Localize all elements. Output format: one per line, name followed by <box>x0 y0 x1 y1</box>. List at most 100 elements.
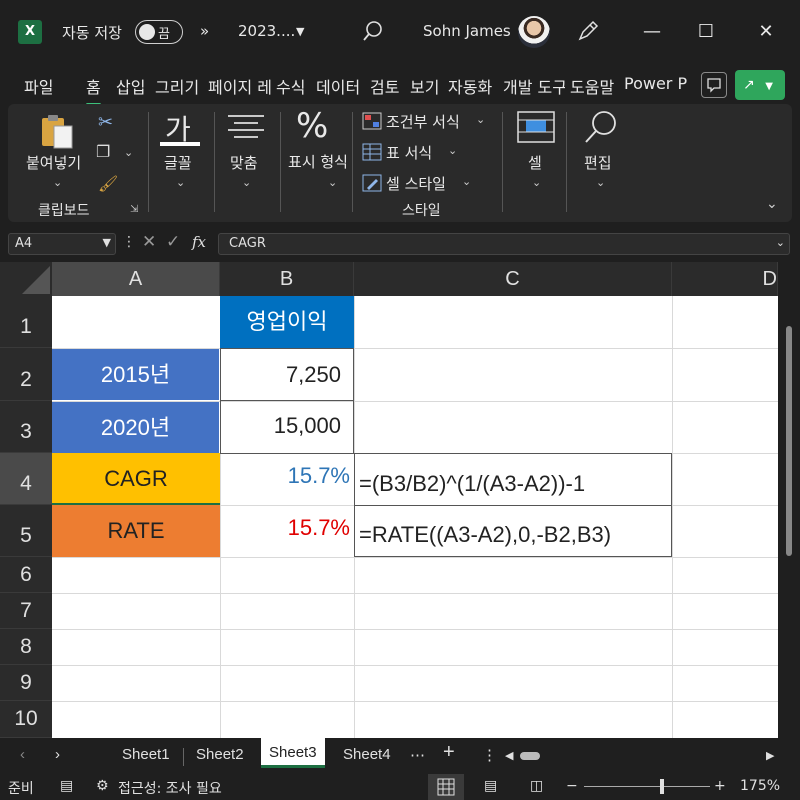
hscroll-right-icon[interactable]: ▶ <box>766 749 774 762</box>
alignment-group-label[interactable]: 맞춤 <box>230 152 258 173</box>
number-format-chevron-icon[interactable]: ⌄ <box>328 176 337 189</box>
share-button[interactable]: ↗ ▼ <box>735 70 785 100</box>
macro-record-icon[interactable]: ▤ <box>60 778 73 794</box>
select-all-button[interactable] <box>0 262 52 296</box>
column-header-c[interactable]: C <box>354 262 672 296</box>
tab-formulas[interactable]: 수식 <box>276 74 305 98</box>
name-box[interactable]: A4 ▼ <box>8 233 116 255</box>
accessibility-status[interactable]: 접근성: 조사 필요 <box>118 778 222 798</box>
sheet-tab-4[interactable]: Sheet4 <box>343 746 391 763</box>
ribbon-collapse-chevron-icon[interactable]: ⌄ <box>766 196 778 212</box>
paste-label[interactable]: 붙여넣기 <box>26 152 81 173</box>
table-format-icon[interactable] <box>362 143 382 165</box>
tab-data[interactable]: 데이터 <box>316 74 360 98</box>
file-name-chevron-icon[interactable]: ▼ <box>296 25 304 38</box>
tab-automate[interactable]: 자동화 <box>448 74 492 98</box>
cut-icon[interactable]: ✂ <box>98 112 113 133</box>
more-commands-button[interactable]: » <box>200 22 209 40</box>
row-header-2[interactable]: 2 <box>0 348 52 401</box>
cells-icon[interactable] <box>516 110 556 148</box>
editing-search-icon[interactable] <box>580 108 620 152</box>
cell-style-icon[interactable] <box>362 174 382 196</box>
column-header-a[interactable]: A <box>52 262 220 296</box>
tab-insert[interactable]: 삽입 <box>116 74 145 98</box>
copy-icon[interactable]: ❐ <box>96 142 110 161</box>
cell-style-chevron-icon[interactable]: ⌄ <box>462 175 471 188</box>
align-icon[interactable] <box>226 112 266 146</box>
vertical-scrollbar[interactable] <box>778 296 800 738</box>
conditional-format-button[interactable]: 조건부 서식 <box>386 111 460 132</box>
editing-group-label[interactable]: 편집 <box>584 152 612 173</box>
cells-group-label[interactable]: 셀 <box>528 152 542 173</box>
accessibility-icon[interactable]: ⚙ <box>96 778 109 794</box>
cell-style-button[interactable]: 셀 스타일 <box>386 173 446 194</box>
normal-view-button[interactable] <box>428 774 464 800</box>
cell-a4[interactable]: CAGR <box>52 453 220 505</box>
formula-input[interactable]: CAGR ⌄ <box>218 233 790 255</box>
cell-b4[interactable]: 15.7% <box>220 453 354 505</box>
cell-a5[interactable]: RATE <box>52 505 220 557</box>
row-header-8[interactable]: 8 <box>0 629 52 665</box>
horizontal-scrollbar-thumb[interactable] <box>520 752 540 760</box>
tab-home[interactable]: 홈 <box>86 74 101 106</box>
maximize-button[interactable]: ☐ <box>692 18 720 46</box>
scrollbar-thumb[interactable] <box>786 326 792 556</box>
file-name[interactable]: 2023.... <box>238 22 295 40</box>
cell-b3[interactable]: 15,000 <box>220 400 354 454</box>
alignment-chevron-icon[interactable]: ⌄ <box>242 176 251 189</box>
number-format-group-label[interactable]: 표시 형식 <box>287 152 349 172</box>
conditional-format-chevron-icon[interactable]: ⌄ <box>476 113 485 126</box>
zoom-level[interactable]: 175% <box>740 778 780 794</box>
cell-b2[interactable]: 7,250 <box>220 348 354 401</box>
cancel-icon[interactable]: ✕ <box>142 232 156 252</box>
row-header-6[interactable]: 6 <box>0 557 52 593</box>
paste-icon[interactable] <box>38 112 78 156</box>
comments-button[interactable] <box>701 72 727 98</box>
cell-a3[interactable]: 2020년 <box>52 402 219 453</box>
cells-chevron-icon[interactable]: ⌄ <box>532 176 541 189</box>
sheet-tab-3-active[interactable]: Sheet3 <box>261 738 325 768</box>
row-header-1[interactable]: 1 <box>0 296 52 348</box>
tab-page-layout[interactable]: 페이지 레 <box>208 74 272 98</box>
row-header-10[interactable]: 10 <box>0 701 52 738</box>
tab-file[interactable]: 파일 <box>24 74 53 98</box>
user-name[interactable]: Sohn James <box>423 22 511 40</box>
cell-a2[interactable]: 2015년 <box>52 349 219 401</box>
cell-c4[interactable]: =(B3/B2)^(1/(A3-A2))-1 <box>354 453 672 506</box>
dialog-launcher-icon[interactable]: ⇲ <box>130 204 138 215</box>
cell-c5[interactable]: =RATE((A3-A2),0,-B2,B3) <box>354 505 672 557</box>
tab-draw[interactable]: 그리기 <box>155 74 199 98</box>
autosave-toggle[interactable]: 끔 <box>135 20 183 44</box>
more-sheets-icon[interactable]: ⋯ <box>410 746 425 764</box>
font-group-label[interactable]: 글꼴 <box>164 152 192 173</box>
tab-view[interactable]: 보기 <box>410 74 439 98</box>
tab-review[interactable]: 검토 <box>370 74 399 98</box>
row-header-9[interactable]: 9 <box>0 665 52 701</box>
zoom-slider-handle[interactable] <box>660 779 664 794</box>
zoom-in-button[interactable]: + <box>714 778 726 794</box>
format-painter-icon[interactable]: 🖌 <box>98 174 118 193</box>
sheet-options-icon[interactable]: ⋮ <box>482 746 497 764</box>
search-icon[interactable] <box>362 20 384 46</box>
zoom-slider-track[interactable] <box>584 786 710 787</box>
row-header-5[interactable]: 5 <box>0 505 52 557</box>
paste-chevron-icon[interactable]: ⌄ <box>53 176 62 189</box>
copy-chevron-icon[interactable]: ⌄ <box>124 146 133 159</box>
tab-help[interactable]: 도움말 <box>570 74 614 98</box>
cell-b5[interactable]: 15.7% <box>220 505 354 557</box>
conditional-format-icon[interactable] <box>362 112 382 134</box>
minimize-button[interactable]: — <box>638 18 666 46</box>
add-sheet-button[interactable]: + <box>443 741 455 764</box>
insert-function-button[interactable]: fx <box>192 233 206 251</box>
close-button[interactable]: ✕ <box>752 18 780 46</box>
row-header-7[interactable]: 7 <box>0 593 52 629</box>
avatar[interactable] <box>518 16 550 48</box>
name-box-chevron-icon[interactable]: ▼ <box>103 236 111 249</box>
table-format-button[interactable]: 표 서식 <box>386 142 432 163</box>
page-layout-view-icon[interactable]: ▤ <box>484 778 497 794</box>
table-format-chevron-icon[interactable]: ⌄ <box>448 144 457 157</box>
zoom-out-button[interactable]: − <box>566 778 578 794</box>
sheet-tab-2[interactable]: Sheet2 <box>196 746 244 763</box>
sheet-tab-1[interactable]: Sheet1 <box>122 746 170 763</box>
font-chevron-icon[interactable]: ⌄ <box>176 176 185 189</box>
